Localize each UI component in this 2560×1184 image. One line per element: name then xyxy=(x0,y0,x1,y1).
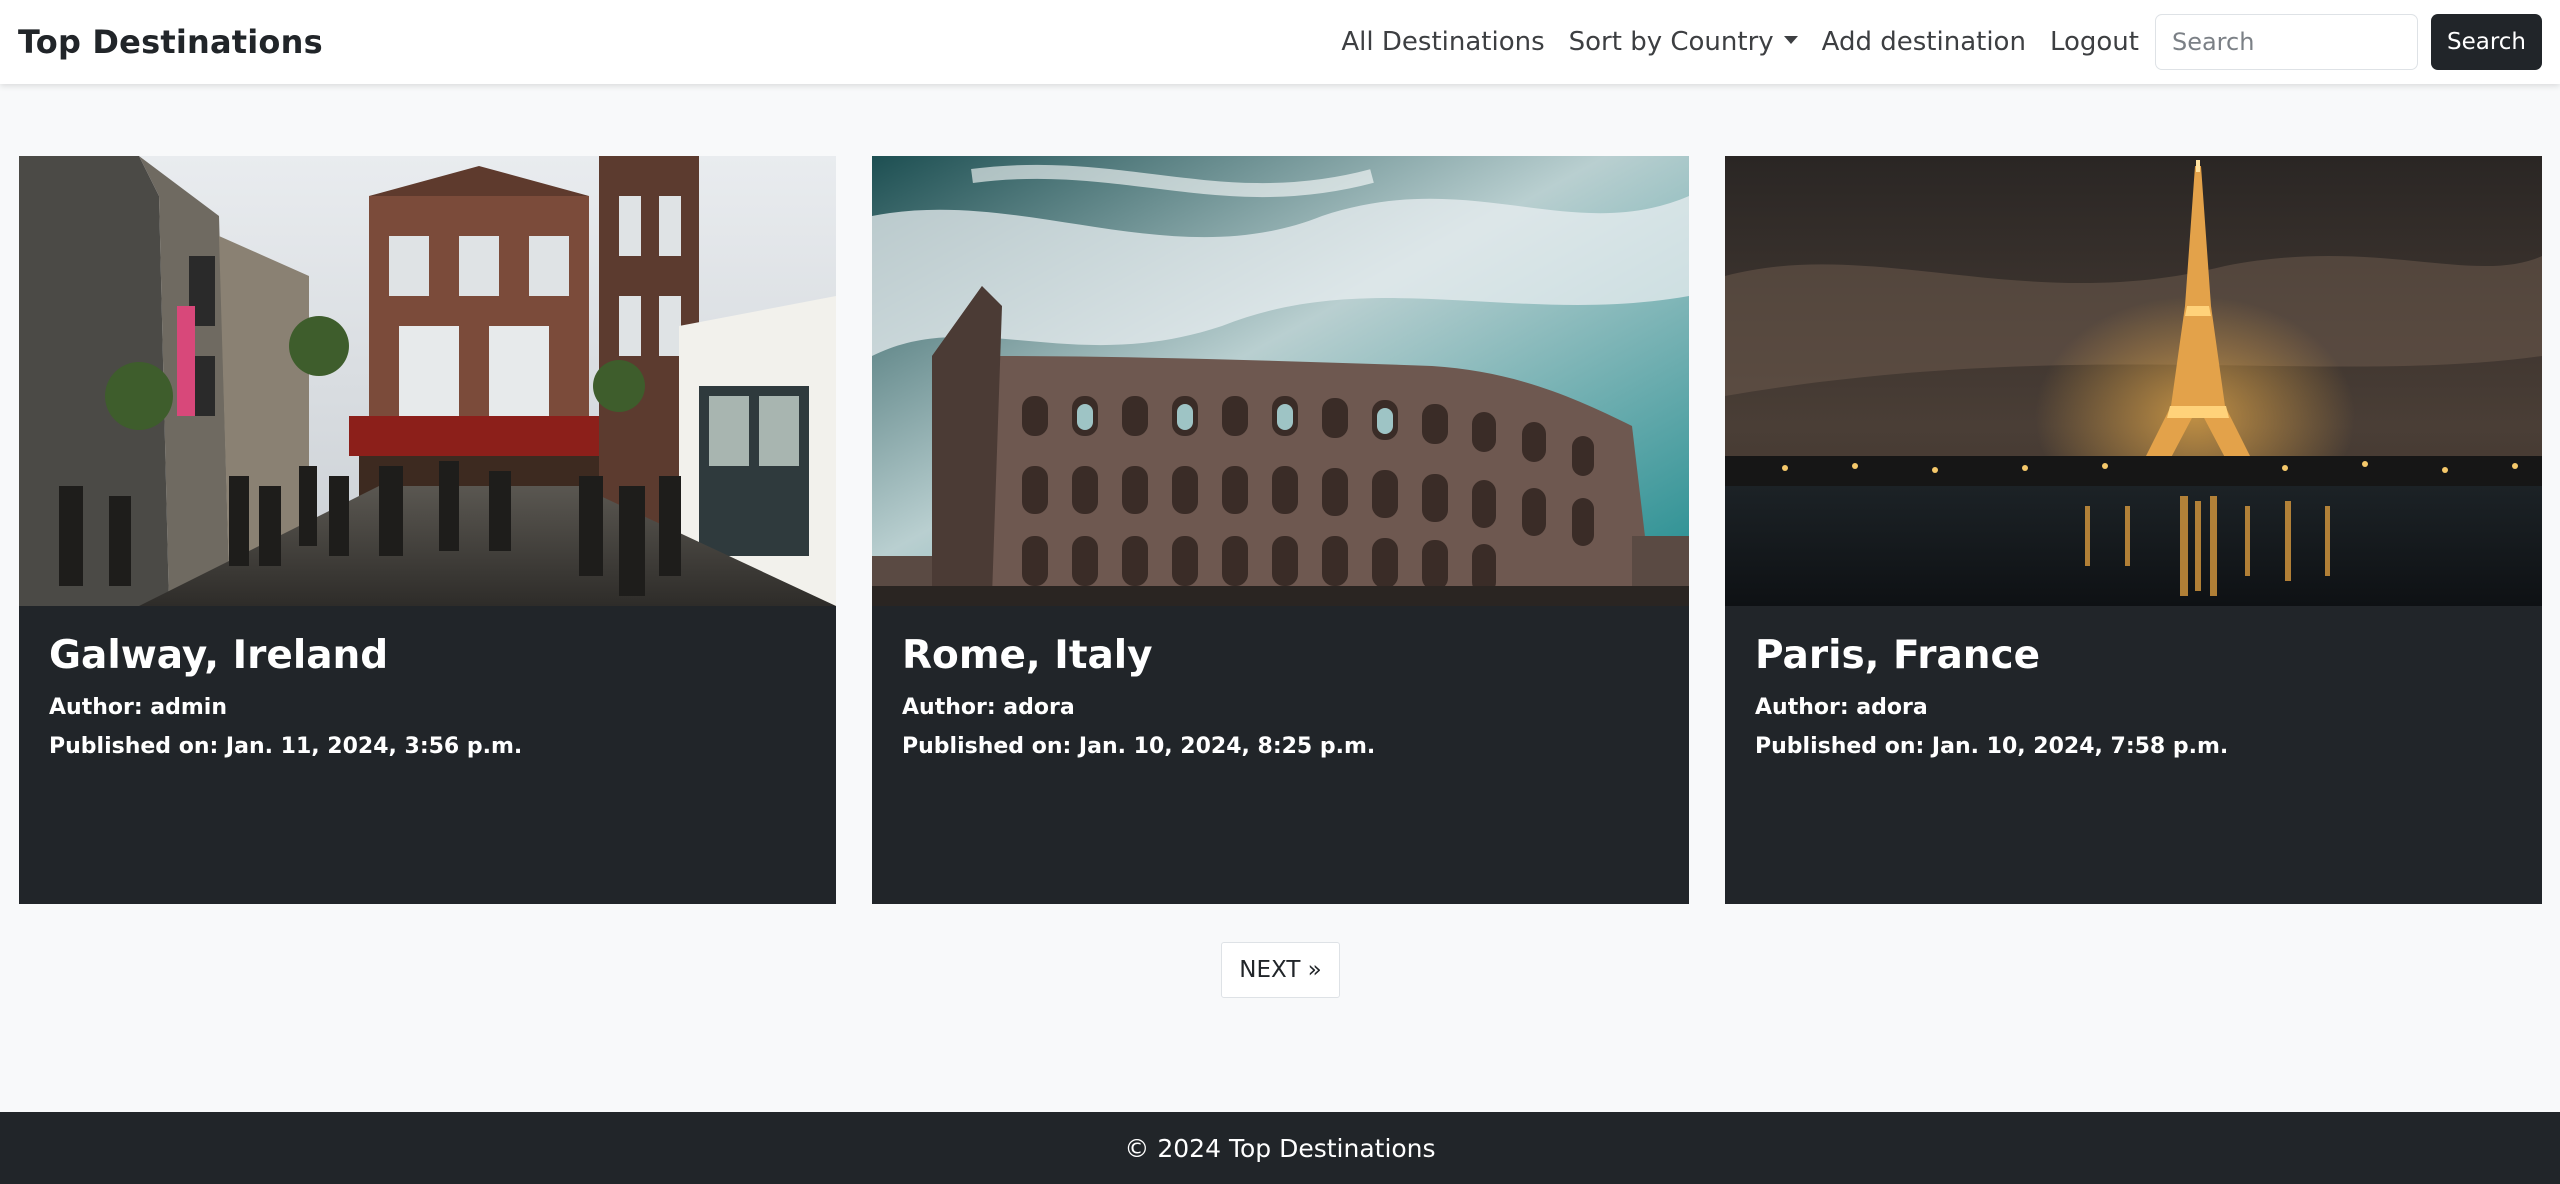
navbar: Top Destinations All Destinations Sort b… xyxy=(0,0,2560,84)
card-title[interactable]: Rome, Italy xyxy=(902,636,1669,675)
page-footer: © 2024 Top Destinations xyxy=(0,1112,2560,1184)
destination-card-paris[interactable]: Paris, France Author: adora Published on… xyxy=(1725,156,2542,904)
caret-down-icon xyxy=(1783,35,1798,44)
card-title[interactable]: Paris, France xyxy=(1755,636,2522,675)
nav-dropdown-sort-by-country[interactable]: Sort by Country xyxy=(1557,27,1810,57)
card-published-date: Published on: Jan. 10, 2024, 7:58 p.m. xyxy=(1755,734,2229,759)
destination-card-rome[interactable]: Rome, Italy Author: adora Published on: … xyxy=(872,156,1689,904)
card-author: Author: adora xyxy=(902,695,1075,720)
card-body: Paris, France Author: adora Published on… xyxy=(1755,636,2522,773)
search-input[interactable] xyxy=(2154,14,2418,70)
destination-image-paris[interactable] xyxy=(1725,156,2542,606)
footer-copyright: © 2024 Top Destinations xyxy=(1124,1133,1436,1163)
card-body: Galway, Ireland Author: admin Published … xyxy=(49,636,816,773)
card-published-date: Published on: Jan. 11, 2024, 3:56 p.m. xyxy=(49,734,523,759)
card-author: Author: adora xyxy=(1755,695,1928,720)
search-button[interactable]: Search xyxy=(2430,14,2542,70)
brand-logo-text[interactable]: Top Destinations xyxy=(18,23,323,61)
destination-image-rome[interactable] xyxy=(872,156,1689,606)
card-body: Rome, Italy Author: adora Published on: … xyxy=(902,636,1669,773)
destination-card-galway[interactable]: Galway, Ireland Author: admin Published … xyxy=(19,156,836,904)
nav-link-logout[interactable]: Logout xyxy=(2038,27,2151,57)
nav-dropdown-label: Sort by Country xyxy=(1568,27,1774,57)
card-author: Author: admin xyxy=(49,695,228,720)
colosseum-photo xyxy=(872,156,1689,606)
nav-link-add-destination[interactable]: Add destination xyxy=(1810,27,2038,57)
destination-image-galway[interactable] xyxy=(19,156,836,606)
nav-links: All Destinations Sort by Country Add des… xyxy=(1329,0,2542,84)
card-published-date: Published on: Jan. 10, 2024, 8:25 p.m. xyxy=(902,734,1376,759)
eiffel-tower-photo xyxy=(1725,156,2542,606)
card-title[interactable]: Galway, Ireland xyxy=(49,636,816,675)
street-photo xyxy=(19,156,836,606)
next-page-button[interactable]: NEXT » xyxy=(1221,942,1340,998)
nav-link-all-destinations[interactable]: All Destinations xyxy=(1329,27,1556,57)
